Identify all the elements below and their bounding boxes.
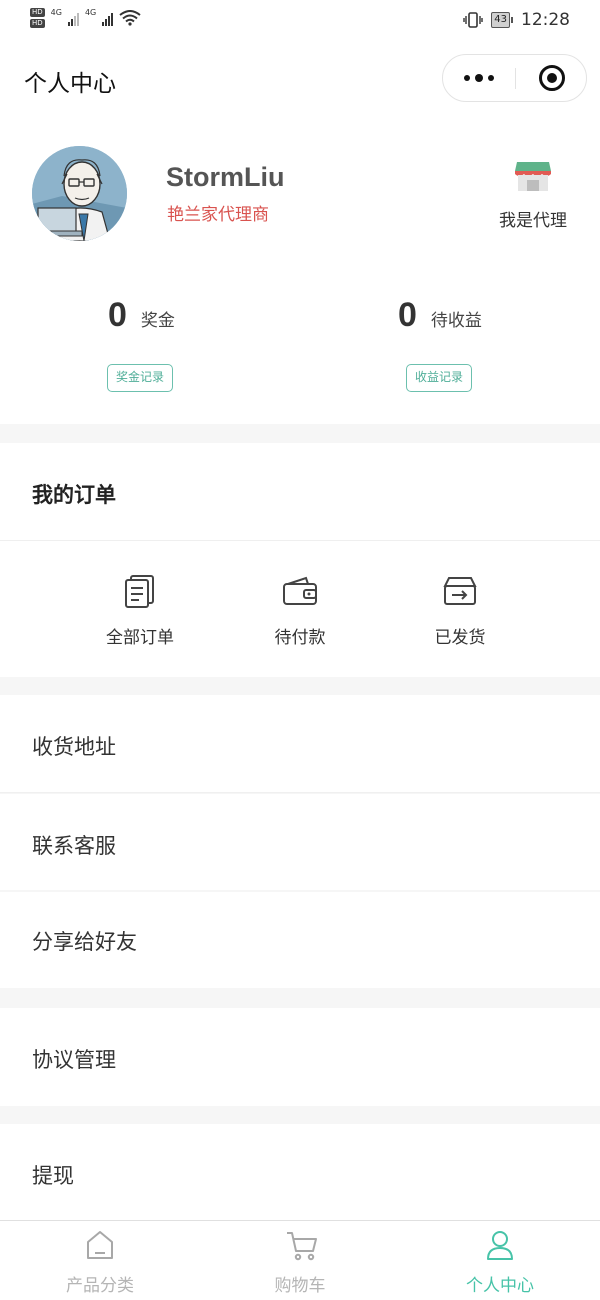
status-left: HD HD 4G 4G	[30, 8, 141, 28]
order-list-icon	[125, 575, 154, 608]
hd-badge-1: HD	[30, 8, 45, 17]
shipped-button[interactable]: 已发货	[405, 573, 515, 653]
tab-products-label: 产品分类	[66, 1276, 134, 1296]
shop-icon	[515, 162, 551, 191]
close-target-icon	[539, 65, 565, 91]
cart-icon	[287, 1232, 317, 1261]
all-orders-label: 全部订单	[106, 628, 174, 648]
page-title: 个人中心	[24, 71, 116, 97]
contact-service-label: 联系客服	[32, 834, 116, 858]
signal-icon	[102, 10, 114, 26]
user-role: 艳兰家代理商	[167, 205, 269, 225]
shipped-label: 已发货	[434, 628, 486, 648]
wifi-icon	[119, 10, 141, 26]
avatar-illustration	[32, 146, 127, 241]
tab-cart-label: 购物车	[274, 1276, 326, 1296]
battery-level: 43	[491, 12, 510, 28]
orders-title: 我的订单	[32, 483, 116, 507]
orders-header: 我的订单	[0, 443, 600, 541]
share-row[interactable]: 分享给好友	[0, 892, 600, 988]
my-orders-section: 我的订单 全部订单 待付款 已发货	[0, 443, 600, 677]
tab-profile[interactable]: 个人中心	[400, 1221, 600, 1300]
network-type-1: 4G	[50, 7, 62, 17]
status-right: 43 12:28	[463, 10, 570, 30]
pending-income-stat: 0 待收益	[398, 296, 482, 335]
tab-profile-label: 个人中心	[466, 1276, 534, 1296]
contact-service-row[interactable]: 联系客服	[0, 794, 600, 890]
username: StormLiu	[166, 162, 285, 192]
tab-products[interactable]: 产品分类	[0, 1221, 200, 1300]
all-orders-button[interactable]: 全部订单	[85, 573, 195, 653]
bonus-label: 奖金	[140, 311, 175, 331]
shipping-address-label: 收货地址	[32, 735, 116, 759]
network-type-2: 4G	[84, 7, 97, 17]
tab-cart[interactable]: 购物车	[200, 1221, 400, 1300]
pending-payment-button[interactable]: 待付款	[245, 573, 355, 653]
income-record-button[interactable]: 收益记录	[406, 364, 473, 392]
agreement-row[interactable]: 协议管理	[0, 1008, 600, 1106]
nav-bar: 个人中心	[0, 44, 600, 116]
home-icon	[87, 1231, 113, 1259]
user-icon	[487, 1231, 513, 1260]
agent-button[interactable]: 我是代理	[488, 158, 578, 231]
vibrate-icon	[463, 12, 483, 28]
signal-icon	[67, 10, 79, 26]
pending-payment-label: 待付款	[274, 628, 326, 648]
withdraw-label: 提现	[32, 1164, 74, 1188]
pending-income-value: 0	[398, 296, 417, 334]
share-label: 分享给好友	[32, 930, 137, 954]
tab-bar: 产品分类 购物车 个人中心	[0, 1220, 600, 1300]
close-button[interactable]	[516, 55, 588, 101]
hd-indicators: HD HD	[30, 8, 45, 28]
clock: 12:28	[521, 10, 570, 30]
more-dot-icon	[464, 75, 470, 81]
agent-label: 我是代理	[499, 211, 567, 231]
withdraw-row[interactable]: 提现	[0, 1124, 600, 1220]
more-dot-icon	[475, 74, 483, 82]
hd-badge-2: HD	[30, 19, 45, 28]
bonus-record-button[interactable]: 奖金记录	[107, 364, 174, 392]
avatar[interactable]	[32, 146, 127, 241]
battery-icon: 43	[491, 12, 513, 28]
pending-income-label: 待收益	[430, 311, 482, 331]
more-dot-icon	[488, 75, 494, 81]
bonus-stat: 0 奖金	[108, 296, 175, 335]
wallet-icon	[283, 576, 317, 605]
shipped-box-icon	[443, 577, 477, 605]
bonus-value: 0	[108, 296, 127, 334]
more-button[interactable]	[443, 55, 515, 101]
shipping-address-row[interactable]: 收货地址	[0, 695, 600, 793]
status-bar: HD HD 4G 4G 43 12:28	[0, 0, 600, 44]
profile-card: StormLiu 艳兰家代理商 我是代理 0 奖金 0 待收益 奖金记录 收益记…	[0, 116, 600, 424]
agreement-label: 协议管理	[32, 1048, 116, 1072]
mini-program-capsule	[442, 54, 587, 102]
